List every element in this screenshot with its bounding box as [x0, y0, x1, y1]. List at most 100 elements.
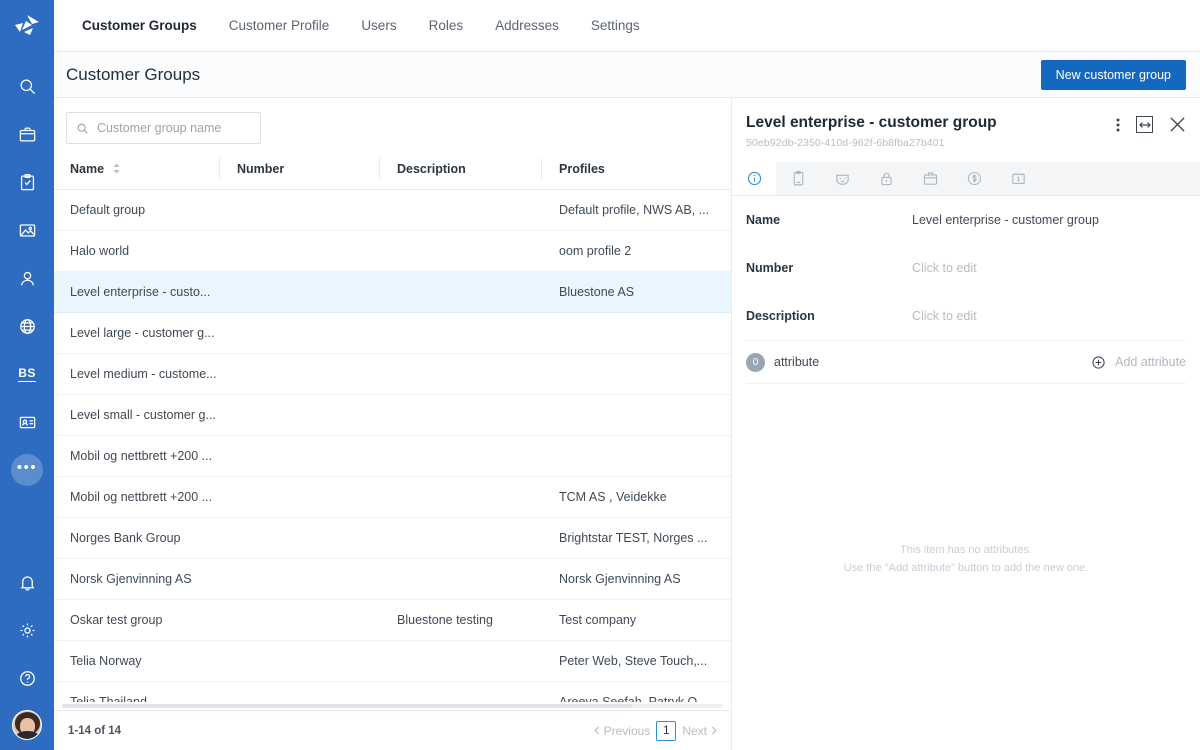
field-label-number: Number [746, 261, 912, 275]
cell-number [220, 435, 380, 476]
detail-panel: Level enterprise - customer group 50eb92… [732, 98, 1200, 750]
table-row[interactable]: Halo worldoom profile 2 [54, 230, 731, 271]
add-attribute-label: Add attribute [1115, 355, 1186, 369]
attribute-label: attribute [774, 355, 819, 369]
image-icon [18, 221, 37, 240]
field-value-number[interactable]: Click to edit [912, 261, 977, 275]
table-row[interactable]: Default groupDefault profile, NWS AB, ..… [54, 189, 731, 230]
cell-name: Norges Bank Group [54, 517, 220, 558]
nav-customer-groups[interactable]: Customer Groups [66, 0, 213, 52]
content-split: Name Number [54, 98, 1200, 750]
close-panel-button[interactable] [1169, 116, 1186, 133]
sidebar-item-media[interactable] [0, 206, 54, 254]
cell-description [380, 640, 542, 681]
table-scroll-region[interactable]: Name Number [54, 156, 731, 702]
more-options-button[interactable] [1116, 117, 1120, 133]
nav-addresses[interactable]: Addresses [479, 0, 575, 52]
search-box[interactable] [66, 112, 261, 144]
page-number-1[interactable]: 1 [656, 721, 676, 741]
search-icon [18, 77, 37, 96]
column-header-number[interactable]: Number [220, 156, 380, 189]
empty-state-line-2: Use the "Add attribute" button to add th… [732, 559, 1200, 577]
column-header-profiles[interactable]: Profiles [542, 156, 731, 189]
detail-title-row: Level enterprise - customer group 50eb92… [746, 114, 1186, 149]
cell-description [380, 394, 542, 435]
cell-number [220, 476, 380, 517]
column-header-number-label: Number [237, 162, 284, 176]
tab-permissions[interactable] [864, 162, 908, 195]
table-row[interactable]: Mobil og nettbrett +200 ...TCM AS , Veid… [54, 476, 731, 517]
scrollbar-thumb[interactable] [62, 704, 632, 708]
bell-icon [18, 573, 37, 592]
column-header-name[interactable]: Name [54, 156, 220, 189]
cell-description: Bluestone testing [380, 599, 542, 640]
table-row[interactable]: Oskar test groupBluestone testingTest co… [54, 599, 731, 640]
table-row[interactable]: Level large - customer g... [54, 312, 731, 353]
sidebar-item-products[interactable] [0, 110, 54, 158]
previous-label: Previous [604, 724, 651, 738]
cell-profiles: Peter Web, Steve Touch,... [542, 640, 731, 681]
sidebar-item-orders[interactable] [0, 158, 54, 206]
new-customer-group-button[interactable]: New customer group [1041, 60, 1186, 90]
cell-number [220, 599, 380, 640]
app-logo[interactable] [0, 0, 54, 52]
field-value-name[interactable]: Level enterprise - customer group [912, 213, 1099, 227]
empty-state-line-1: This item has no attributes. [732, 541, 1200, 559]
cell-number [220, 230, 380, 271]
sidebar-item-content[interactable] [0, 398, 54, 446]
sidebar-item-web[interactable] [0, 302, 54, 350]
table-row[interactable]: Telia ThailandAreeya Seefah, Patryk O... [54, 681, 731, 702]
table-header: Name Number [54, 156, 731, 189]
chevron-right-icon [711, 726, 717, 735]
nav-customer-profile[interactable]: Customer Profile [213, 0, 346, 52]
tab-files[interactable] [996, 162, 1040, 195]
cell-description [380, 189, 542, 230]
cell-profiles: Bluestone AS [542, 271, 731, 312]
table-row[interactable]: Level small - customer g... [54, 394, 731, 435]
tab-notes[interactable] [776, 162, 820, 195]
user-avatar[interactable] [12, 710, 42, 740]
previous-page-button[interactable]: Previous [594, 724, 651, 738]
nav-users[interactable]: Users [345, 0, 412, 52]
sidebar-item-customers[interactable] [0, 254, 54, 302]
briefcase-icon [18, 125, 37, 144]
table-row[interactable]: Mobil og nettbrett +200 ... [54, 435, 731, 476]
expand-panel-button[interactable] [1136, 116, 1153, 133]
expand-horizontal-icon [1139, 121, 1151, 129]
sidebar-item-settings[interactable] [0, 606, 54, 654]
result-count: 1-14 of 14 [68, 725, 121, 737]
table-row[interactable]: Norsk Gjenvinning ASNorsk Gjenvinning AS [54, 558, 731, 599]
table-row[interactable]: Level medium - custome... [54, 353, 731, 394]
table-row[interactable]: Norges Bank GroupBrightstar TEST, Norges… [54, 517, 731, 558]
search-input[interactable] [97, 121, 251, 135]
sidebar-item-notifications[interactable] [0, 558, 54, 606]
nav-roles[interactable]: Roles [413, 0, 480, 52]
detail-tabs [732, 162, 1200, 196]
table-row[interactable]: Level enterprise - custo...Bluestone AS [54, 271, 731, 312]
sidebar-item-help[interactable] [0, 654, 54, 702]
sidebar-item-bluestone[interactable]: BS [0, 350, 54, 398]
sort-icon[interactable] [113, 163, 120, 177]
tab-general[interactable] [732, 162, 776, 195]
tab-prices[interactable] [952, 162, 996, 195]
cell-profiles: Test company [542, 599, 731, 640]
tab-products[interactable] [908, 162, 952, 195]
sidebar-item-search[interactable] [0, 62, 54, 110]
cell-name: Mobil og nettbrett +200 ... [54, 476, 220, 517]
page-title: Customer Groups [66, 65, 200, 85]
cell-description [380, 230, 542, 271]
search-icon [76, 122, 89, 135]
app-root: BS ••• [0, 0, 1200, 750]
column-header-description[interactable]: Description [380, 156, 542, 189]
detail-header: Level enterprise - customer group 50eb92… [732, 98, 1200, 149]
next-page-button[interactable]: Next [682, 724, 717, 738]
horizontal-scrollbar[interactable] [56, 702, 729, 710]
table-row[interactable]: Telia NorwayPeter Web, Steve Touch,... [54, 640, 731, 681]
field-value-description[interactable]: Click to edit [912, 309, 977, 323]
nav-settings[interactable]: Settings [575, 0, 656, 52]
chevron-left-icon [594, 726, 600, 735]
sidebar-item-more[interactable]: ••• [0, 446, 54, 494]
cell-number [220, 353, 380, 394]
tab-roles[interactable] [820, 162, 864, 195]
add-attribute-button[interactable]: Add attribute [1091, 355, 1186, 370]
